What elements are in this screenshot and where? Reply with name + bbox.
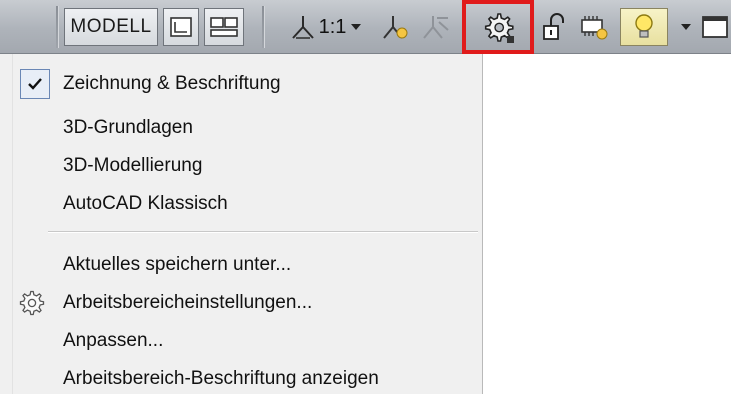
- toolbar-separator: [56, 6, 59, 48]
- model-space-label: MODELL: [70, 16, 152, 37]
- menu-item-workspace[interactable]: 3D-Modellierung: [0, 147, 482, 185]
- toolbar-separator: [262, 6, 265, 48]
- status-menu-icon: [681, 24, 691, 30]
- highlight-frame: [462, 0, 534, 54]
- annotation-visibility-button[interactable]: [378, 8, 414, 46]
- annotation-scale-icon: [291, 16, 314, 39]
- lock-ui-button[interactable]: [537, 8, 571, 46]
- menu-item-customize[interactable]: Anpassen...: [0, 322, 482, 360]
- model-space-button[interactable]: MODELL: [64, 8, 158, 46]
- menu-item-label: Aktuelles speichern unter...: [63, 254, 292, 275]
- auto-scale-button[interactable]: [418, 8, 454, 46]
- menu-separator: [48, 231, 478, 233]
- auto-scale-icon: [423, 16, 449, 39]
- menu-item-workspace[interactable]: 3D-Grundlagen: [0, 109, 482, 147]
- menu-item-workspace[interactable]: AutoCAD Klassisch: [0, 185, 482, 223]
- menu-item-workspace[interactable]: Zeichnung & Beschriftung: [0, 65, 482, 103]
- model-layout-button[interactable]: [163, 8, 199, 46]
- status-bar: MODELL 1:1: [0, 0, 731, 54]
- hardware-acceleration-button[interactable]: [574, 8, 614, 46]
- model-layout-icon: [170, 17, 192, 37]
- layout-icon: [210, 17, 238, 37]
- menu-item-save-current[interactable]: Aktuelles speichern unter...: [0, 246, 482, 284]
- lock-icon: [543, 13, 564, 40]
- menu-item-label: Zeichnung & Beschriftung: [63, 73, 281, 94]
- annotation-scale-button[interactable]: 1:1: [280, 8, 372, 46]
- isolate-objects-button[interactable]: [620, 8, 668, 46]
- clean-screen-icon: [701, 16, 728, 38]
- menu-item-label: Arbeitsbereich-Beschriftung anzeigen: [63, 368, 379, 389]
- menu-item-workspace-settings[interactable]: Arbeitsbereicheinstellungen...: [0, 284, 482, 322]
- status-bar-menu-button[interactable]: [676, 8, 696, 46]
- annotation-visibility-icon: [383, 16, 408, 39]
- chevron-down-icon: [351, 24, 362, 30]
- workspace-menu: Zeichnung & Beschriftung 3D-Grundlagen 3…: [0, 54, 483, 394]
- isolate-objects-icon: [635, 14, 653, 38]
- menu-item-label: Anpassen...: [63, 330, 164, 351]
- menu-item-label: Arbeitsbereicheinstellungen...: [63, 292, 313, 313]
- clean-screen-button[interactable]: [698, 8, 731, 46]
- hardware-acceleration-icon: [581, 16, 608, 40]
- gear-icon: [19, 290, 45, 316]
- menu-item-label: AutoCAD Klassisch: [63, 193, 228, 214]
- menu-item-show-workspace-label[interactable]: Arbeitsbereich-Beschriftung anzeigen: [0, 360, 482, 398]
- check-icon: [20, 69, 50, 99]
- menu-item-label: 3D-Grundlagen: [63, 117, 193, 138]
- annotation-scale-value: 1:1: [318, 15, 347, 38]
- menu-item-label: 3D-Modellierung: [63, 155, 203, 176]
- layout-button[interactable]: [204, 8, 244, 46]
